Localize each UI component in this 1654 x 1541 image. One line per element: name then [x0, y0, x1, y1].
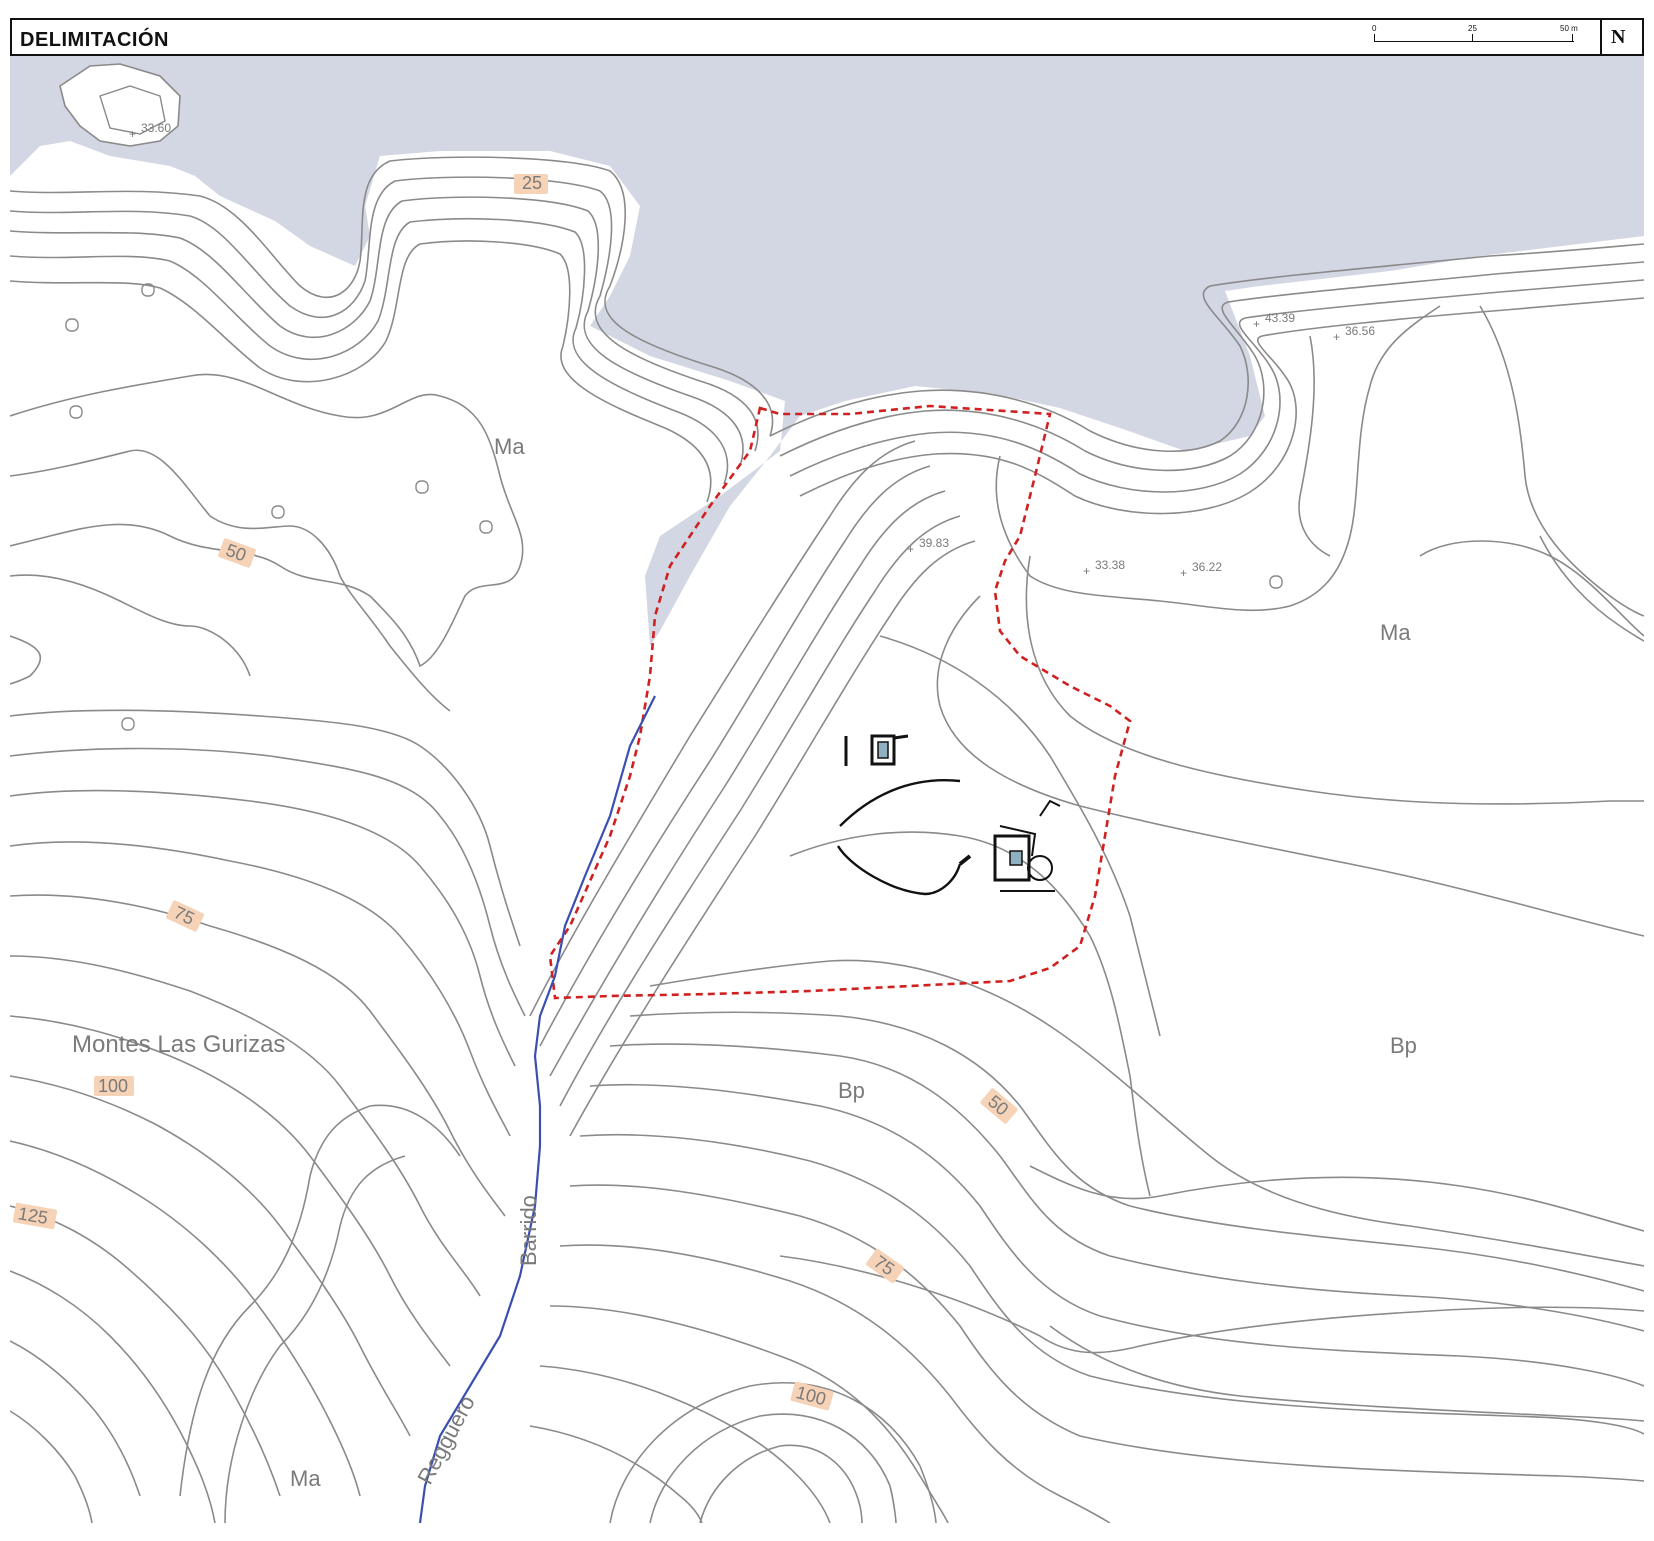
north-arrow-icon: N: [1611, 26, 1626, 48]
topographic-map: 25 50 75 100 125 50 75 100 Ma Ma Ma Bp B…: [10, 56, 1644, 1523]
spot-height-cross: +: [1083, 564, 1090, 578]
scale-tick: [1572, 34, 1573, 42]
contour-label-25: 25: [522, 173, 542, 193]
contour-label-100: 100: [98, 1076, 128, 1096]
map-title: DELIMITACIÓN: [20, 29, 169, 51]
spot-height-label: 36.56: [1345, 324, 1375, 338]
built-structures: [836, 734, 1061, 896]
map-header: DELIMITACIÓN 0 25 50 m N: [10, 18, 1644, 56]
scale-label-50: 50 m: [1560, 24, 1578, 33]
contour-label-125: 125: [17, 1203, 50, 1228]
unit-label-bp: Bp: [838, 1078, 865, 1103]
scale-label-25: 25: [1468, 24, 1477, 33]
spot-height-cross: +: [1180, 566, 1187, 580]
spot-height-label: 33.60: [141, 121, 171, 135]
sea-area: [10, 56, 1644, 646]
spot-height-cross: +: [129, 127, 136, 141]
scale-bar: 0 25 50 m: [1372, 24, 1584, 52]
spot-height-cross: +: [1333, 330, 1340, 344]
scale-tick: [1472, 34, 1473, 42]
unit-label-ma: Ma: [494, 434, 525, 459]
place-label: Montes Las Gurizas: [72, 1031, 285, 1058]
spot-height-label: 36.22: [1192, 560, 1222, 574]
unit-label-ma: Ma: [1380, 620, 1411, 645]
map-canvas[interactable]: 25 50 75 100 125 50 75 100 Ma Ma Ma Bp B…: [10, 56, 1644, 1523]
contour-label-100: 100: [794, 1382, 828, 1409]
stream-label: Barrido: [516, 1195, 541, 1266]
unit-label-bp: Bp: [1390, 1033, 1417, 1058]
unit-labels: Ma Ma Ma Bp Bp: [290, 434, 1417, 1491]
spot-height-cross: +: [907, 542, 914, 556]
scale-tick: [1374, 34, 1375, 42]
boundary-line: [548, 404, 1132, 1000]
north-arrow: N: [1600, 20, 1642, 54]
spot-height-cross: +: [1253, 317, 1260, 331]
spot-height-label: 33.38: [1095, 558, 1125, 572]
spot-height-label: 43.39: [1265, 311, 1295, 325]
scale-label-0: 0: [1372, 24, 1377, 33]
unit-label-ma: Ma: [290, 1466, 321, 1491]
scale-line: [1374, 41, 1574, 42]
stream-label: Regguero: [412, 1391, 479, 1488]
spot-height-label: 39.83: [919, 536, 949, 550]
